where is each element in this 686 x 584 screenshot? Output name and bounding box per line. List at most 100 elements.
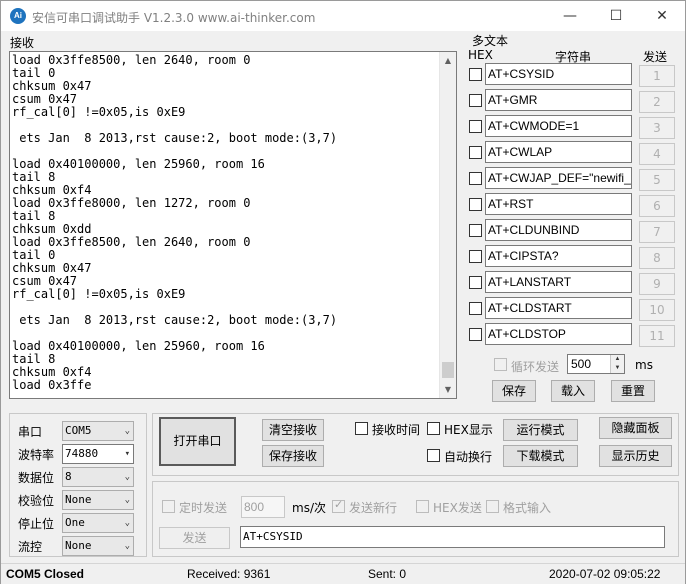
multi-hex-checkbox[interactable]	[469, 94, 482, 107]
send-newline-checkbox[interactable]	[332, 498, 345, 513]
multi-text-input[interactable]: AT+CWLAP	[485, 141, 632, 163]
port-select[interactable]: COM5 ⌄	[62, 421, 134, 441]
multi-hex-checkbox[interactable]	[469, 328, 482, 341]
multi-hex-checkbox[interactable]	[469, 302, 482, 315]
multi-hex-checkbox[interactable]	[469, 224, 482, 237]
multi-send-button[interactable]: 4	[639, 143, 675, 165]
parity-select[interactable]: None ⌄	[62, 490, 134, 510]
port-value: COM5	[65, 424, 92, 437]
multi-send-button[interactable]: 5	[639, 169, 675, 191]
loop-send-checkbox[interactable]	[494, 358, 507, 371]
multi-hex-checkbox[interactable]	[469, 146, 482, 159]
multi-hex-checkbox[interactable]	[469, 198, 482, 211]
databits-select[interactable]: 8 ⌄	[62, 467, 134, 487]
multi-text-input[interactable]: AT+LANSTART	[485, 271, 632, 293]
loop-unit-label: ms	[635, 358, 653, 372]
flow-select[interactable]: None ⌄	[62, 536, 134, 556]
multi-load-button[interactable]: 载入	[551, 380, 595, 402]
flow-label: 流控	[18, 540, 43, 554]
multi-hex-checkbox[interactable]	[469, 172, 482, 185]
receive-textarea[interactable]: load 0x3ffe8500, len 2640, room 0 tail 0…	[9, 51, 457, 399]
multi-send-button[interactable]: 1	[639, 65, 675, 87]
multi-hex-checkbox[interactable]	[469, 120, 482, 133]
clear-receive-button[interactable]: 清空接收	[262, 419, 324, 441]
download-mode-button[interactable]: 下载模式	[503, 445, 578, 467]
hex-send-checkbox[interactable]	[416, 500, 429, 513]
multi-send-button[interactable]: 7	[639, 221, 675, 243]
run-mode-button[interactable]: 运行模式	[503, 419, 578, 441]
port-label: 串口	[18, 425, 43, 439]
multi-text-input[interactable]: AT+CLDSTOP	[485, 323, 632, 345]
save-receive-button[interactable]: 保存接收	[262, 445, 324, 467]
open-port-button[interactable]: 打开串口	[159, 417, 236, 466]
baud-label: 波特率	[18, 448, 55, 462]
send-text-input[interactable]: AT+CSYSID	[240, 526, 665, 548]
scroll-thumb[interactable]	[442, 362, 454, 378]
loop-interval-input[interactable]: 500 ▲ ▼	[567, 354, 625, 374]
controls-panel: 打开串口 清空接收 保存接收 接收时间 HEX显示 自动换行 运行模式 下载模式…	[152, 413, 679, 476]
send-panel: 定时发送 800 ms/次 发送新行 HEX发送 格式输入 发送 AT+CSYS…	[152, 481, 679, 557]
parity-value: None	[65, 493, 92, 506]
multi-text-input[interactable]: AT+CWMODE=1	[485, 115, 632, 137]
multi-text-input[interactable]: AT+CWJAP_DEF="newifi_	[485, 167, 632, 189]
chevron-down-icon: ⌄	[124, 472, 130, 482]
send-button[interactable]: 发送	[159, 527, 230, 549]
format-input-label: 格式输入	[503, 501, 552, 515]
spin-up-icon[interactable]: ▲	[610, 355, 624, 364]
show-history-button[interactable]: 显示历史	[599, 445, 672, 467]
app-window: Ai 安信可串口调试助手 V1.2.3.0 www.ai-thinker.com…	[0, 0, 686, 584]
sent-count: Sent: 0	[368, 567, 407, 581]
multi-save-button[interactable]: 保存	[492, 380, 536, 402]
timed-interval-input[interactable]: 800	[241, 496, 285, 518]
app-logo-icon: Ai	[10, 8, 26, 24]
close-icon[interactable]: ✕	[639, 1, 685, 31]
auto-wrap-label: 自动换行	[444, 450, 493, 464]
hex-display-checkbox[interactable]	[427, 422, 440, 435]
receive-time-label: 接收时间	[372, 423, 421, 437]
maximize-icon[interactable]: ☐	[593, 1, 639, 31]
chevron-down-icon: ⌄	[124, 541, 130, 551]
multi-text-input[interactable]: AT+CSYSID	[485, 63, 632, 85]
hide-panel-button[interactable]: 隐藏面板	[599, 417, 672, 439]
multi-hex-checkbox[interactable]	[469, 276, 482, 289]
multi-hex-checkbox[interactable]	[469, 68, 482, 81]
databits-value: 8	[65, 470, 72, 483]
send-newline-label: 发送新行	[349, 501, 398, 515]
spin-down-icon[interactable]: ▼	[610, 364, 624, 373]
timed-send-checkbox[interactable]	[162, 500, 175, 513]
minimize-icon[interactable]: —	[547, 1, 593, 31]
title-bar: Ai 安信可串口调试助手 V1.2.3.0 www.ai-thinker.com…	[1, 1, 685, 31]
stopbits-label: 停止位	[18, 517, 55, 531]
baud-value: 74880	[65, 447, 99, 460]
auto-wrap-checkbox[interactable]	[427, 449, 440, 462]
multi-hex-checkbox[interactable]	[469, 250, 482, 263]
multi-send-button[interactable]: 9	[639, 273, 675, 295]
stopbits-select[interactable]: One ⌄	[62, 513, 134, 533]
interval-unit-label: ms/次	[292, 501, 326, 515]
multi-send-button[interactable]: 11	[639, 325, 675, 347]
format-input-checkbox[interactable]	[486, 500, 499, 513]
multi-send-button[interactable]: 6	[639, 195, 675, 217]
multi-text-label: 多文本	[472, 34, 509, 48]
multi-reset-button[interactable]: 重置	[611, 380, 655, 402]
loop-send-label: 循环发送	[511, 360, 560, 374]
baud-select[interactable]: 74880 ▾	[62, 444, 134, 464]
scroll-up-icon[interactable]: ▲	[440, 52, 456, 69]
multi-text-input[interactable]: AT+CLDUNBIND	[485, 219, 632, 241]
multi-send-button[interactable]: 10	[639, 299, 675, 321]
multi-text-input[interactable]: AT+CLDSTART	[485, 297, 632, 319]
chevron-down-icon: ⌄	[124, 426, 130, 436]
chevron-down-icon: ▾	[124, 449, 130, 459]
multi-send-button[interactable]: 2	[639, 91, 675, 113]
receive-text: load 0x3ffe8500, len 2640, room 0 tail 0…	[12, 54, 338, 392]
receive-time-checkbox[interactable]	[355, 422, 368, 435]
port-status: COM5 Closed	[6, 567, 85, 581]
window-title: 安信可串口调试助手 V1.2.3.0 www.ai-thinker.com	[32, 11, 316, 25]
multi-text-input[interactable]: AT+RST	[485, 193, 632, 215]
multi-text-input[interactable]: AT+GMR	[485, 89, 632, 111]
scroll-down-icon[interactable]: ▼	[440, 381, 456, 398]
multi-send-button[interactable]: 3	[639, 117, 675, 139]
receive-scrollbar[interactable]: ▲ ▼	[439, 52, 456, 398]
multi-text-input[interactable]: AT+CIPSTA?	[485, 245, 632, 267]
multi-send-button[interactable]: 8	[639, 247, 675, 269]
